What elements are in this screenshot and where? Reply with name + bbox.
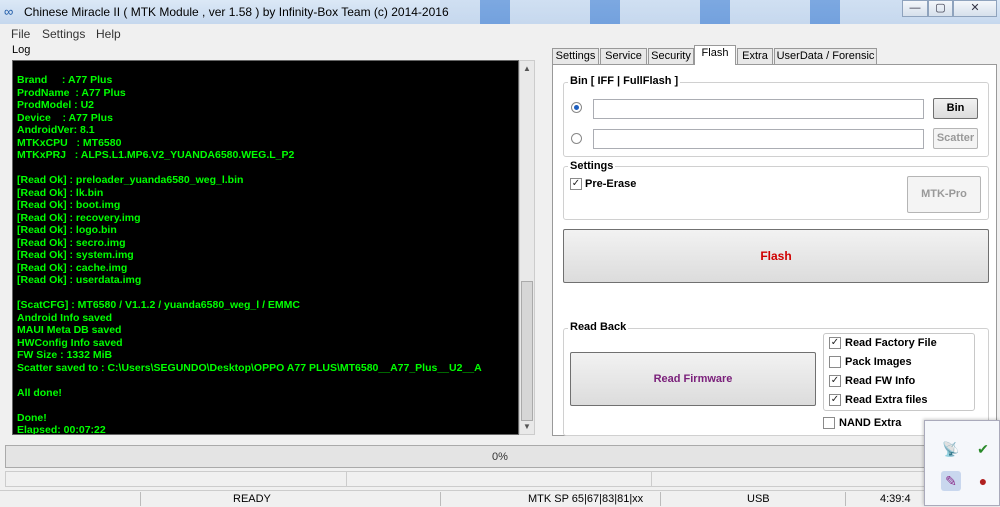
status-divider: [660, 492, 661, 506]
log-line: Brand : A77 Plus: [17, 74, 113, 86]
pack-images-label: Pack Images: [845, 356, 912, 368]
log-line: [Read Ok] : boot.img: [17, 199, 121, 211]
log-lines: Brand : A77 Plus ProdName : A77 Plus ProdM…: [17, 74, 482, 435]
record-dot-icon[interactable]: ●: [973, 471, 993, 491]
close-button[interactable]: ✕: [953, 0, 997, 17]
secondary-status-row: [5, 471, 995, 487]
tab-extra[interactable]: Extra: [737, 48, 773, 65]
desktop-background-strip: [440, 0, 910, 24]
nand-extra-label: NAND Extra: [839, 417, 902, 429]
progress-text: 0%: [492, 451, 508, 463]
status-port: USB: [747, 493, 770, 505]
pre-erase-label: Pre-Erase: [585, 178, 637, 190]
log-line: Android Info saved: [17, 311, 113, 324]
read-fw-info-checkbox[interactable]: ✓: [829, 375, 841, 387]
log-line: MAUI Meta DB saved: [17, 324, 122, 336]
log-line: [Read Ok] : logo.bin: [17, 224, 117, 236]
read-firmware-button[interactable]: Read Firmware: [570, 352, 816, 406]
usb-drive-check-icon[interactable]: ✔: [973, 439, 993, 459]
log-line: [Read Ok] : userdata.img: [17, 274, 142, 286]
flash-button[interactable]: Flash: [563, 229, 989, 283]
read-fw-info-label: Read FW Info: [845, 375, 916, 387]
scroll-up-arrow-icon[interactable]: ▲: [520, 61, 534, 76]
read-factory-file-label: Read Factory File: [845, 337, 937, 349]
maximize-button[interactable]: ▢: [928, 0, 953, 17]
status-divider: [845, 492, 846, 506]
log-line: MTKxPRJ : ALPS.L1.MP6.V2_YUANDA6580.WEG.…: [17, 149, 295, 161]
status-bar: READY MTK SP 65|67|83|81|xx USB 4:39:4: [0, 490, 1000, 507]
flash-panel: Bin [ IFF | FullFlash ] Bin Scatter Sett…: [552, 64, 997, 436]
scatter-button[interactable]: Scatter: [933, 128, 978, 149]
tab-service[interactable]: Service: [600, 48, 647, 65]
log-line: ProdName : A77 Plus: [17, 86, 126, 99]
scroll-thumb[interactable]: [521, 281, 533, 421]
bin-radio[interactable]: [571, 102, 582, 113]
log-line: All done!: [17, 386, 62, 399]
bin-group-label: Bin [ IFF | FullFlash ]: [568, 75, 681, 87]
log-line: Scatter saved to : C:\Users\SEGUNDO\Desk…: [17, 361, 482, 374]
status-divider: [140, 492, 141, 506]
progress-bar: 0%: [5, 445, 995, 468]
log-line: [Read Ok] : lk.bin: [17, 186, 104, 199]
log-line: Done!: [17, 411, 47, 424]
log-line: ProdModel : U2: [17, 99, 95, 111]
menu-help[interactable]: Help: [96, 27, 121, 41]
tab-settings[interactable]: Settings: [552, 48, 599, 65]
app-icon: ∞: [4, 4, 14, 19]
menu-file[interactable]: File: [11, 27, 30, 41]
log-line: [Read Ok] : cache.img: [17, 261, 128, 274]
tab-security[interactable]: Security: [648, 48, 694, 65]
log-line: [Read Ok] : recovery.img: [17, 211, 141, 224]
log-line: AndroidVer: 8.1: [17, 124, 95, 136]
log-line: HWConfig Info saved: [17, 336, 123, 349]
log-line: [Read Ok] : preloader_yuanda6580_weg_l.b…: [17, 174, 244, 186]
mtk-pro-button[interactable]: MTK-Pro: [907, 176, 981, 213]
pack-images-checkbox[interactable]: [829, 356, 841, 368]
log-line: MTKxCPU : MT6580: [17, 136, 122, 149]
log-line: Device : A77 Plus: [17, 111, 113, 124]
log-line: FW Size : 1332 MiB: [17, 349, 113, 361]
system-tray-popup: 📡 ✔ ✎ ●: [924, 420, 1000, 506]
status-divider: [651, 472, 652, 486]
read-factory-file-checkbox[interactable]: ✓: [829, 337, 841, 349]
pre-erase-checkbox[interactable]: ✓: [570, 178, 582, 190]
log-line: [ScatCFG] : MT6580 / V1.1.2 / yuanda6580…: [17, 299, 301, 311]
log-line: [Read Ok] : secro.img: [17, 236, 126, 249]
bin-path-input[interactable]: [593, 99, 924, 119]
menu-settings[interactable]: Settings: [42, 27, 85, 41]
read-back-label: Read Back: [568, 321, 629, 333]
scatter-path-input[interactable]: [593, 129, 924, 149]
tab-userdata-forensic[interactable]: UserData / Forensic: [774, 48, 877, 65]
pen-icon[interactable]: ✎: [941, 471, 961, 491]
status-chip: MTK SP 65|67|83|81|xx: [528, 493, 644, 505]
log-line: [Read Ok] : system.img: [17, 249, 134, 261]
bin-button[interactable]: Bin: [933, 98, 978, 119]
menu-bar: File Settings Help: [0, 25, 1000, 43]
log-label: Log: [12, 44, 31, 56]
log-line: Elapsed: 00:07:22: [17, 424, 106, 435]
read-extra-files-label: Read Extra files: [845, 394, 928, 406]
status-divider: [346, 472, 347, 486]
settings-group-label: Settings: [568, 160, 616, 172]
status-time: 4:39:4: [880, 493, 911, 505]
status-state: READY: [233, 493, 271, 505]
log-console[interactable]: Brand : A77 Plus ProdName : A77 Plus ProdM…: [12, 60, 519, 435]
log-scrollbar[interactable]: ▲ ▼: [519, 60, 535, 435]
scroll-down-arrow-icon[interactable]: ▼: [520, 419, 534, 434]
scatter-radio[interactable]: [571, 133, 582, 144]
window-title: Chinese Miracle II ( MTK Module , ver 1.…: [24, 5, 449, 19]
title-bar: ∞ Chinese Miracle II ( MTK Module , ver …: [0, 0, 1000, 24]
satellite-dish-icon[interactable]: 📡: [941, 439, 961, 459]
minimize-button[interactable]: —: [902, 0, 928, 17]
nand-extra-checkbox[interactable]: [823, 417, 835, 429]
status-divider: [440, 492, 441, 506]
read-extra-files-checkbox[interactable]: ✓: [829, 394, 841, 406]
tab-flash[interactable]: Flash: [694, 45, 736, 65]
